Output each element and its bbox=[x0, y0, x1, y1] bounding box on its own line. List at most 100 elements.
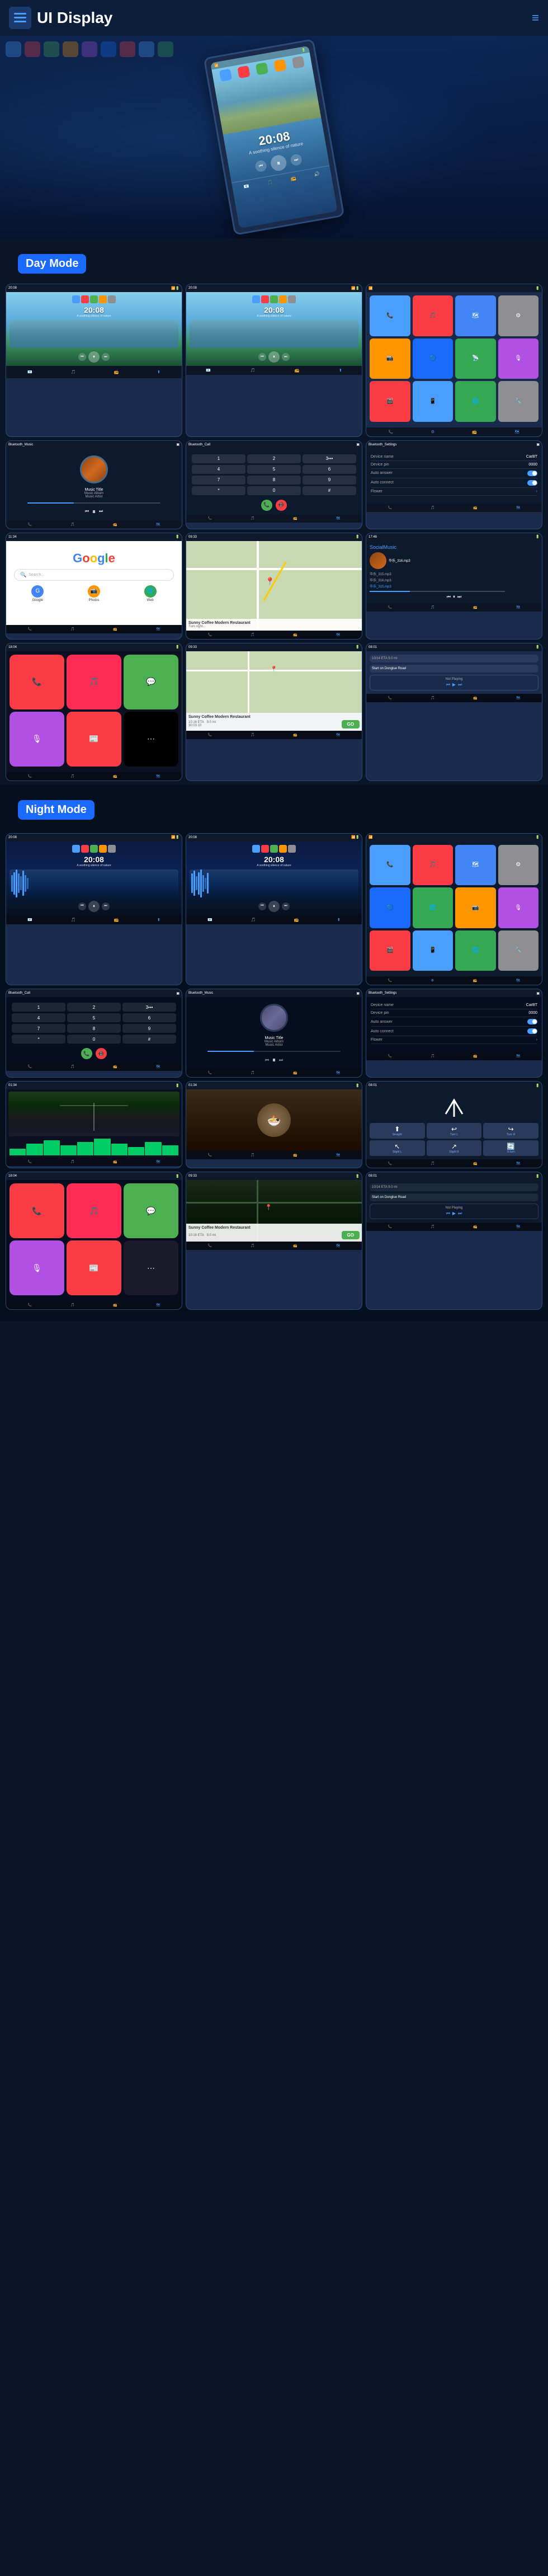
search-icon: 🔍 bbox=[20, 572, 26, 578]
progress-bar-night bbox=[207, 1051, 341, 1052]
night-row-2: Bluetooth_Call ▣ 1 2 3••• 4 5 6 7 8 9 * … bbox=[0, 989, 548, 1081]
night-bt-settings-status: Bluetooth_Settings ▣ bbox=[366, 989, 542, 997]
night-nav-turn: 08:01 🔋 ⬆ Straight ↩ Turn L bbox=[366, 1081, 542, 1168]
google-bottom: 📞 🎵 📻 🗺 bbox=[6, 625, 182, 633]
auto-answer-toggle[interactable] bbox=[527, 471, 537, 476]
shortcut-item[interactable]: 🌐 Web bbox=[123, 585, 177, 602]
shortcut-item[interactable]: G Google bbox=[11, 585, 65, 602]
phone-app[interactable]: 📞 bbox=[10, 655, 64, 709]
device-pin-row: Device pin 0000 bbox=[371, 461, 537, 469]
nav-distance-info: 10/14 ETA 9.0 mi bbox=[370, 655, 538, 662]
menu-icon[interactable] bbox=[9, 7, 31, 29]
night-call-btn[interactable]: 📞 bbox=[81, 1048, 92, 1059]
album-art-night bbox=[260, 1004, 288, 1032]
night-nav-1: 09:33 🔋 📍 Sunny Coffee Modern Restaurant… bbox=[186, 1172, 362, 1310]
prev-btn[interactable]: ⏮ bbox=[254, 159, 267, 172]
day-time-1: 20:08 bbox=[84, 305, 104, 314]
nav-turn-btn-6[interactable]: 🔄 U-turn bbox=[483, 1140, 538, 1156]
nav2-bottom: 📞 🎵 📻 🗺 bbox=[366, 694, 542, 702]
night-bottom-2: 📧 🎵 📻 ⬆ bbox=[186, 915, 362, 924]
day-bottom-bar-1: 📧 🎵 📻 ⬆ bbox=[6, 366, 182, 378]
nav-turn-btn-3[interactable]: ↪ Turn R bbox=[483, 1123, 538, 1139]
night-auto-answer-toggle[interactable] bbox=[527, 1019, 537, 1024]
nav-turn-btn-5[interactable]: ↗ Slight R bbox=[427, 1140, 482, 1156]
hero-section: 📶 🔋 20:08 A soothing silence of na bbox=[0, 36, 548, 238]
day-google: 11:34 🔋 Google 🔍 Search... G Google 📷 Ph… bbox=[6, 533, 182, 640]
night-bt-music: Bluetooth_Music ▣ Music Title Music Albu… bbox=[186, 989, 362, 1078]
night-bt-call-bottom: 📞 🎵 📻 🗺 bbox=[6, 1063, 182, 1071]
restaurant-name: Sunny Coffee Modern Restaurant bbox=[188, 715, 360, 719]
night-podcast-app[interactable]: 🎙 bbox=[10, 1240, 64, 1295]
bt-call-bottom: 📞 🎵 📻 🗺 bbox=[186, 514, 362, 523]
night-news-app[interactable]: 📰 bbox=[67, 1240, 121, 1295]
day-mode-section: Day Mode bbox=[0, 238, 548, 284]
day-bottom-bar-2: 📧 🎵 📻 ⬆ bbox=[186, 366, 362, 375]
night-time-1: 20:08 bbox=[84, 855, 104, 864]
night-bt-call: Bluetooth_Call ▣ 1 2 3••• 4 5 6 7 8 9 * … bbox=[6, 989, 182, 1078]
day-social-music: 17:46 🔋 SocialMusic 华乐_316.mp3 华乐_315.mp… bbox=[366, 533, 542, 640]
map-info: Sunny Coffee Modern Restaurant Turn righ… bbox=[186, 619, 362, 631]
night-food-bottom: 📞 🎵 📻 🗺 bbox=[186, 1151, 362, 1159]
night-food-status: 01:34 🔋 bbox=[186, 1082, 362, 1089]
night-nav2-bottom: 📞 🎵 📻 🗺 bbox=[366, 1223, 542, 1231]
status-bar-1: 20:08 📶🔋 bbox=[6, 284, 182, 292]
night-more-app[interactable]: ⋯ bbox=[124, 1240, 178, 1295]
night-auto-connect-toggle[interactable] bbox=[527, 1028, 537, 1034]
night-end-call-btn[interactable]: 📵 bbox=[96, 1048, 107, 1059]
track-info-night: Music Title Music Album Music Artist bbox=[264, 1036, 284, 1047]
nav-turn-btn-1[interactable]: ⬆ Straight bbox=[370, 1123, 425, 1139]
hamburger-icon[interactable]: ≡ bbox=[532, 11, 539, 25]
track-1: 华乐_315.mp3 bbox=[370, 571, 538, 576]
auto-connect-toggle[interactable] bbox=[527, 480, 537, 486]
podcast-app[interactable]: 🎙 bbox=[10, 712, 64, 767]
night-map-info: Sunny Coffee Modern Restaurant 10:16 ETA… bbox=[186, 1224, 362, 1242]
messages-app[interactable]: 💬 bbox=[124, 655, 178, 709]
day-screen-apps: 📶 🔋 📞 🎵 🗺 ⚙ 📷 🔵 📡 🎙 🎬 📱 🌐 🔧 📞 ⚙ bbox=[366, 284, 542, 437]
night-auto-connect-row: Auto connect bbox=[371, 1027, 537, 1036]
nav2-status: 08:01 🔋 bbox=[366, 643, 542, 651]
day-nav-1: 09:33 🔋 📍 Sunny Coffee Modern Restaurant… bbox=[186, 643, 362, 781]
day-screen-music-1: 20:08 📶🔋 20:08 A soothing silence of nat… bbox=[6, 284, 182, 437]
apps-bottom-bar: 📞 ⚙ 📻 🗺 bbox=[366, 427, 542, 436]
shortcut-item[interactable]: 📷 Photos bbox=[67, 585, 121, 602]
end-call-btn[interactable]: 📵 bbox=[276, 500, 287, 511]
nav-turn-btn-2[interactable]: ↩ Turn L bbox=[427, 1123, 482, 1139]
night-phone-app[interactable]: 📞 bbox=[10, 1183, 64, 1238]
dialpad-night: 1 2 3••• 4 5 6 7 8 9 * 0 # bbox=[10, 1000, 178, 1046]
next-btn[interactable]: ⏭ bbox=[290, 153, 303, 166]
play-btn[interactable]: ⏸ bbox=[270, 154, 287, 172]
night-bt-call-status: Bluetooth_Call ▣ bbox=[6, 989, 182, 997]
night-flower-row: Flower › bbox=[371, 1036, 537, 1044]
night-food-screen: 01:34 🔋 🍜 📞 🎵 📻 🗺 bbox=[186, 1081, 362, 1168]
more-app[interactable]: ⋯ bbox=[124, 712, 178, 767]
night-go-button[interactable]: GO bbox=[342, 1231, 360, 1239]
nav-start-info: Start on Donglue Road bbox=[370, 665, 538, 673]
social-status: 17:46 🔋 bbox=[366, 533, 542, 541]
night-bt-settings: Bluetooth_Settings ▣ Device name CarBT D… bbox=[366, 989, 542, 1078]
day-bt-music: Bluetooth_Music ▣ Music Title Music Albu… bbox=[6, 440, 182, 529]
bt-music-status: Bluetooth_Music ▣ bbox=[6, 441, 182, 449]
day-row-4: 18:04 🔋 📞 🎵 💬 🎙 📰 ⋯ 📞 🎵 📻 🗺 09:33 🔋 bbox=[0, 643, 548, 784]
status-bar-2: 20:08 📶🔋 bbox=[186, 284, 362, 292]
night-music-app[interactable]: 🎵 bbox=[67, 1183, 121, 1238]
track-info-day: Music Title Music Album Music Artist bbox=[84, 488, 103, 499]
map-status: 09:33 🔋 bbox=[186, 533, 362, 541]
music-app[interactable]: 🎵 bbox=[67, 655, 121, 709]
nav1-status: 09:33 🔋 bbox=[186, 643, 362, 651]
day-row-1: 20:08 📶🔋 20:08 A soothing silence of nat… bbox=[0, 284, 548, 440]
day-map: 09:33 🔋 📍 Sunny Coffee Modern Restaurant… bbox=[186, 533, 362, 640]
night-messages-app[interactable]: 💬 bbox=[124, 1183, 178, 1238]
device-name-row: Device name CarBT bbox=[371, 453, 537, 461]
call-btn[interactable]: 📞 bbox=[261, 500, 272, 511]
news-app[interactable]: 📰 bbox=[67, 712, 121, 767]
go-button[interactable]: GO bbox=[342, 720, 360, 728]
night-device-pin-row: Device pin 0000 bbox=[371, 1009, 537, 1017]
bt-settings-status: Bluetooth_Settings ▣ bbox=[366, 441, 542, 449]
album-art-day bbox=[80, 455, 108, 483]
nav-turn-btn-4[interactable]: ↖ Slight L bbox=[370, 1140, 425, 1156]
social-title: SocialMusic bbox=[370, 544, 538, 550]
google-logo: Google bbox=[11, 551, 177, 566]
night-nav1-bottom: 📞 🎵 📻 🗺 bbox=[186, 1242, 362, 1250]
google-search-bar[interactable]: 🔍 Search... bbox=[14, 569, 174, 581]
flower-row: Flower › bbox=[371, 488, 537, 496]
